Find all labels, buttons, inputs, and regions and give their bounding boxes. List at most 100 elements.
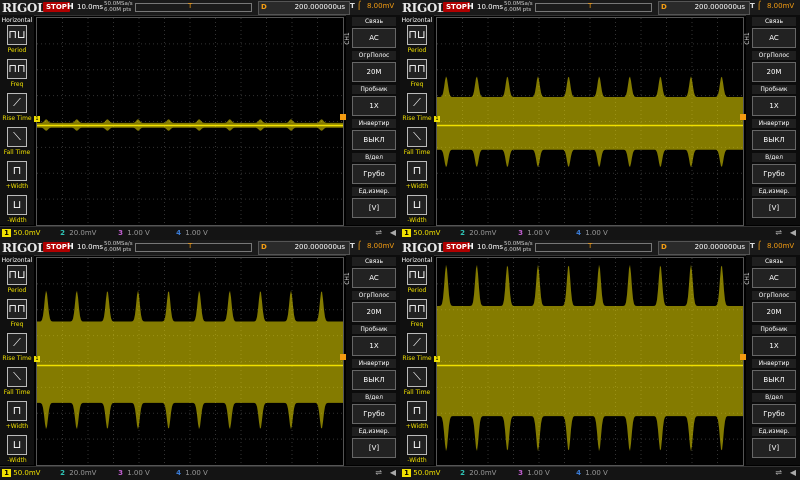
ch2-indicator[interactable]: 2 20.0mV	[458, 229, 496, 237]
measure-item-freq[interactable]: ⊓⊓ Freq	[0, 59, 34, 93]
ch3-indicator[interactable]: 3 1.00 V	[116, 229, 150, 237]
ch4-indicator[interactable]: 4 1.00 V	[574, 469, 608, 477]
speaker-icon[interactable]: ◀	[390, 228, 396, 237]
channel-option-2[interactable]: Пробник 1X	[752, 325, 796, 356]
measure-item-freq[interactable]: ⊓⊓ Freq	[0, 299, 34, 333]
measure-item-rise-time[interactable]: ⟋ Rise Time	[400, 93, 434, 127]
channel-option-4[interactable]: В/дел Грубо	[352, 153, 396, 184]
channel-option-4[interactable]: В/дел Грубо	[752, 393, 796, 424]
measure-item--width[interactable]: ⊓ +Width	[0, 401, 34, 435]
trigger-level[interactable]: 8.00mV	[367, 2, 394, 10]
trigger-level[interactable]: 8.00mV	[767, 242, 794, 250]
channel-option-4[interactable]: В/дел Грубо	[352, 393, 396, 424]
channel-option-0[interactable]: Связь AC	[752, 257, 796, 288]
channel-option-0[interactable]: Связь AC	[752, 17, 796, 48]
channel-option-2[interactable]: Пробник 1X	[352, 325, 396, 356]
channel-option-3[interactable]: Инвертир ВЫКЛ	[752, 359, 796, 390]
measure-item--width[interactable]: ⊓ +Width	[0, 161, 34, 195]
channel-option-1[interactable]: ОгрПолос 20M	[752, 51, 796, 82]
measure-item--width[interactable]: ⊔ -Width	[0, 195, 34, 229]
timebase-value[interactable]: 10.0ms	[477, 3, 503, 11]
ch1-scale: 50.0mV	[13, 469, 41, 477]
channel-option-3[interactable]: Инвертир ВЫКЛ	[352, 119, 396, 150]
measure-item-freq[interactable]: ⊓⊓ Freq	[400, 59, 434, 93]
speaker-icon[interactable]: ◀	[790, 468, 796, 477]
measure-item--width[interactable]: ⊔ -Width	[0, 435, 34, 469]
ch1-indicator[interactable]: 1 50.0mV	[402, 229, 440, 237]
ch1-offset-marker[interactable]: 1	[34, 356, 40, 362]
speaker-icon[interactable]: ◀	[390, 468, 396, 477]
ch2-indicator[interactable]: 2 20.0mV	[58, 469, 96, 477]
timebase-value[interactable]: 10.0ms	[77, 243, 103, 251]
measure-item-freq[interactable]: ⊓⊓ Freq	[400, 299, 434, 333]
channel-option-1[interactable]: ОгрПолос 20M	[752, 291, 796, 322]
delay-box[interactable]: D 200.000000us	[658, 241, 750, 255]
channel-option-1[interactable]: ОгрПолос 20M	[352, 291, 396, 322]
channel-option-0[interactable]: Связь AC	[352, 17, 396, 48]
channel-option-3[interactable]: Инвертир ВЫКЛ	[752, 119, 796, 150]
channel-option-3[interactable]: Инвертир ВЫКЛ	[352, 359, 396, 390]
waveform-display[interactable]	[36, 257, 344, 466]
ch1-offset-marker[interactable]: 1	[434, 116, 440, 122]
measure-item-fall-time[interactable]: ⟍ Fall Time	[400, 127, 434, 161]
channel-option-1[interactable]: ОгрПолос 20M	[352, 51, 396, 82]
measure-item-label: Rise Time	[402, 355, 432, 362]
run-stop-status[interactable]: STOP	[43, 2, 70, 12]
ch1-indicator[interactable]: 1 50.0mV	[402, 469, 440, 477]
delay-box[interactable]: D 200.000000us	[258, 241, 350, 255]
measure-item-fall-time[interactable]: ⟍ Fall Time	[0, 127, 34, 161]
speaker-icon[interactable]: ◀	[790, 228, 796, 237]
measure-item-period[interactable]: ⊓⊔ Period	[0, 25, 34, 59]
ch3-indicator[interactable]: 3 1.00 V	[116, 469, 150, 477]
measure-item-period[interactable]: ⊓⊔ Period	[400, 25, 434, 59]
delay-box[interactable]: D 200.000000us	[258, 1, 350, 15]
measure-item--width[interactable]: ⊓ +Width	[400, 161, 434, 195]
scope-panel-bottom-left: RIGOL STOP H 10.0ms 50.0MSa/s 6.00M pts …	[0, 240, 400, 480]
ch2-scale: 20.0mV	[69, 229, 97, 237]
ch1-indicator[interactable]: 1 50.0mV	[2, 469, 40, 477]
measure-item-period[interactable]: ⊓⊔ Period	[0, 265, 34, 299]
measure-item-rise-time[interactable]: ⟋ Rise Time	[400, 333, 434, 367]
waveform-display[interactable]	[36, 17, 344, 226]
ch3-scale: 1.00 V	[527, 229, 550, 237]
waveform-display[interactable]	[436, 17, 744, 226]
channel-option-label: Связь	[352, 17, 396, 26]
channel-option-5[interactable]: Ед.измер. [V]	[752, 427, 796, 458]
waveform-display[interactable]	[436, 257, 744, 466]
measure-item-rise-time[interactable]: ⟋ Rise Time	[0, 333, 34, 367]
channel-option-5[interactable]: Ед.измер. [V]	[752, 187, 796, 218]
measure-item-rise-time[interactable]: ⟋ Rise Time	[0, 93, 34, 127]
ch1-indicator[interactable]: 1 50.0mV	[2, 229, 40, 237]
measure-item-fall-time[interactable]: ⟍ Fall Time	[0, 367, 34, 401]
ch4-indicator[interactable]: 4 1.00 V	[174, 229, 208, 237]
channel-option-0[interactable]: Связь AC	[352, 257, 396, 288]
ch4-indicator[interactable]: 4 1.00 V	[574, 229, 608, 237]
ch4-indicator[interactable]: 4 1.00 V	[174, 469, 208, 477]
ch1-offset-marker[interactable]: 1	[34, 116, 40, 122]
channel-option-4[interactable]: В/дел Грубо	[752, 153, 796, 184]
trigger-level[interactable]: 8.00mV	[367, 242, 394, 250]
ch3-indicator[interactable]: 3 1.00 V	[516, 229, 550, 237]
measure-item--width[interactable]: ⊔ -Width	[400, 195, 434, 229]
run-stop-status[interactable]: STOP	[443, 242, 470, 252]
channel-option-2[interactable]: Пробник 1X	[752, 85, 796, 116]
timebase-value[interactable]: 10.0ms	[477, 243, 503, 251]
measure-item--width[interactable]: ⊓ +Width	[400, 401, 434, 435]
ch3-indicator[interactable]: 3 1.00 V	[516, 469, 550, 477]
measure-item--width[interactable]: ⊔ -Width	[400, 435, 434, 469]
measure-item-label: Period	[407, 287, 427, 294]
channel-option-5[interactable]: Ед.измер. [V]	[352, 427, 396, 458]
delay-box[interactable]: D 200.000000us	[658, 1, 750, 15]
run-stop-status[interactable]: STOP	[43, 242, 70, 252]
run-stop-status[interactable]: STOP	[443, 2, 470, 12]
trigger-level[interactable]: 8.00mV	[767, 2, 794, 10]
ch1-waveform	[437, 264, 743, 452]
timebase-value[interactable]: 10.0ms	[77, 3, 103, 11]
ch2-indicator[interactable]: 2 20.0mV	[58, 229, 96, 237]
measure-item-fall-time[interactable]: ⟍ Fall Time	[400, 367, 434, 401]
channel-option-2[interactable]: Пробник 1X	[352, 85, 396, 116]
ch1-offset-marker[interactable]: 1	[434, 356, 440, 362]
channel-option-5[interactable]: Ед.измер. [V]	[352, 187, 396, 218]
ch2-indicator[interactable]: 2 20.0mV	[458, 469, 496, 477]
measure-item-period[interactable]: ⊓⊔ Period	[400, 265, 434, 299]
